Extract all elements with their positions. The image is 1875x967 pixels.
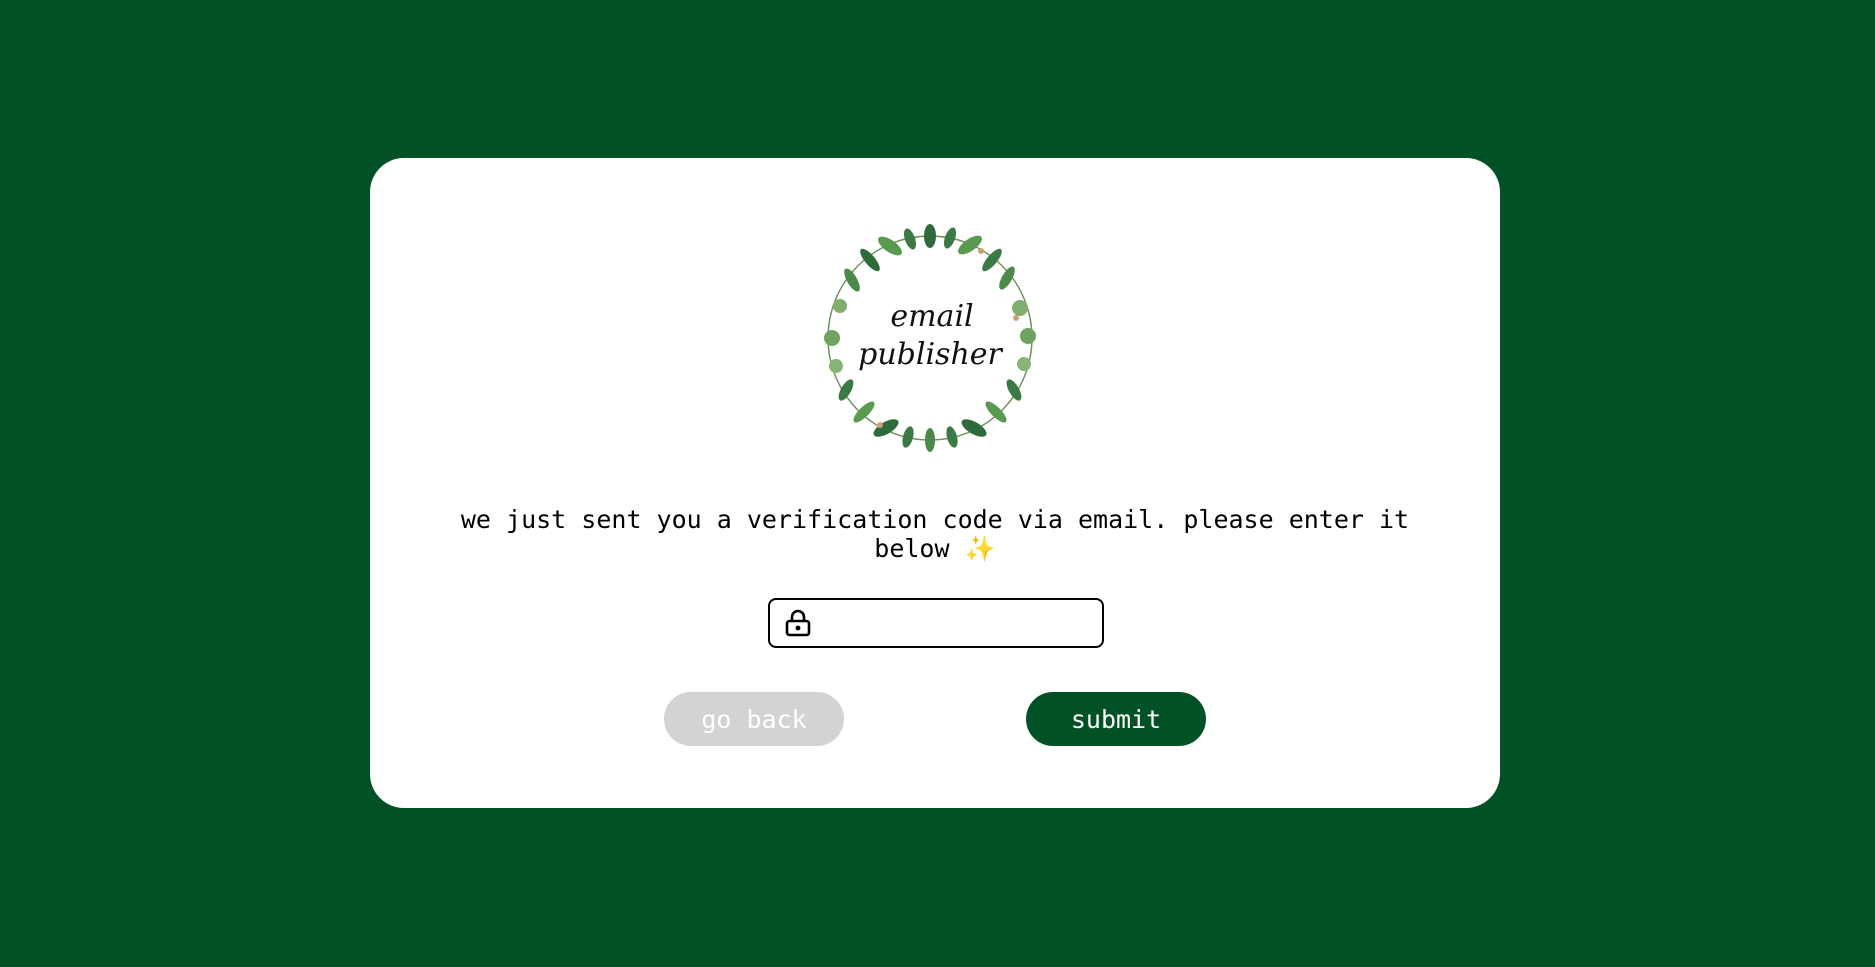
email-publisher-logo: email publisher (810, 218, 1050, 458)
wreath-logo-graphic: email publisher (824, 224, 1036, 452)
lock-icon (785, 609, 811, 637)
go-back-button[interactable]: go back (664, 692, 844, 746)
verification-card: email publisher we just sent you a verif… (370, 158, 1500, 808)
submit-button[interactable]: submit (1026, 692, 1206, 746)
verification-message: we just sent you a verification code via… (460, 505, 1410, 563)
verification-code-input[interactable] (822, 600, 1094, 646)
svg-text:email: email (890, 299, 973, 334)
svg-text:publisher: publisher (858, 337, 1003, 372)
verification-code-field[interactable] (768, 598, 1104, 648)
